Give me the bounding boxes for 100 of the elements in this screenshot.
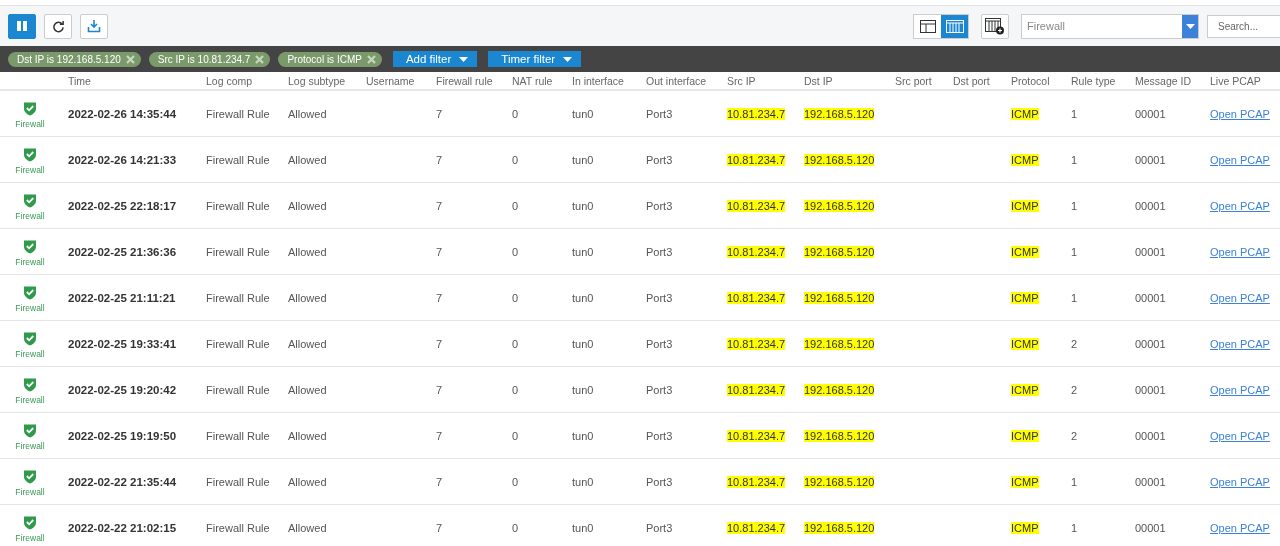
highlighted-cell: 192.168.5.120 (804, 107, 875, 120)
table-cell: Port3 (646, 475, 673, 488)
open-pcap-link[interactable]: Open PCAP (1210, 153, 1270, 166)
column-header[interactable]: Dst IP (804, 74, 833, 87)
table-cell: Firewall Rule (206, 429, 270, 442)
open-pcap-link[interactable]: Open PCAP (1210, 107, 1270, 120)
shield-check-icon (23, 514, 37, 530)
filter-menu-button[interactable]: Timer filter (488, 51, 582, 67)
table-cell: Port3 (646, 199, 673, 212)
highlighted-cell: 10.81.234.7 (727, 475, 786, 488)
table-cell: Firewall Rule (206, 383, 270, 396)
shield-check-icon (23, 100, 37, 116)
table-cell: Allowed (288, 337, 327, 350)
module-label: Firewall (15, 440, 45, 451)
pause-button[interactable] (8, 13, 36, 39)
open-pcap-link[interactable]: Open PCAP (1210, 521, 1270, 534)
table-cell: 1 (1071, 291, 1078, 304)
table-cell: 00001 (1135, 337, 1166, 350)
table-cell: 00001 (1135, 245, 1166, 258)
search-field[interactable]: Search... (1207, 14, 1280, 38)
table-cell: 0 (512, 245, 519, 258)
filter-menu-button[interactable]: Add filter (392, 51, 478, 67)
caret-icon (563, 56, 573, 62)
grid-view-button[interactable] (941, 14, 968, 38)
highlighted-cell: 192.168.5.120 (804, 475, 875, 488)
open-pcap-link[interactable]: Open PCAP (1210, 475, 1270, 488)
table-cell: 1 (1071, 199, 1078, 212)
column-header[interactable]: In interface (572, 74, 624, 87)
column-header[interactable]: Log subtype (288, 74, 346, 87)
column-header[interactable]: Src port (895, 74, 932, 87)
table-cell: tun0 (572, 337, 594, 350)
open-pcap-link[interactable]: Open PCAP (1210, 199, 1270, 212)
table-cell: 00001 (1135, 153, 1166, 166)
open-pcap-link[interactable]: Open PCAP (1210, 337, 1270, 350)
table-cell: tun0 (572, 245, 594, 258)
column-header[interactable]: Username (366, 74, 415, 87)
caret-icon (459, 56, 469, 62)
table-cell: 7 (436, 107, 443, 120)
table-cell: 00001 (1135, 429, 1166, 442)
table-cell: Firewall Rule (206, 337, 270, 350)
table-cell: 00001 (1135, 521, 1166, 534)
table-cell: Port3 (646, 245, 673, 258)
highlighted-cell: ICMP (1011, 475, 1039, 488)
column-header[interactable]: Message ID (1135, 74, 1192, 87)
table-cell: Port3 (646, 153, 673, 166)
refresh-button[interactable] (44, 13, 72, 39)
column-header[interactable]: Live PCAP (1210, 74, 1261, 87)
table-cell: tun0 (572, 153, 594, 166)
export-button[interactable] (80, 13, 108, 39)
column-header[interactable]: Rule type (1071, 74, 1116, 87)
table-cell: 00001 (1135, 383, 1166, 396)
table-cell: 00001 (1135, 475, 1166, 488)
table-cell: 0 (512, 337, 519, 350)
table-cell: Firewall Rule (206, 107, 270, 120)
table-cell: 2 (1071, 429, 1078, 442)
open-pcap-link[interactable]: Open PCAP (1210, 429, 1270, 442)
table-cell: 00001 (1135, 199, 1166, 212)
table-cell: Allowed (288, 245, 327, 258)
module-label: Firewall (15, 302, 45, 313)
table-cell: 0 (512, 521, 519, 534)
open-pcap-link[interactable]: Open PCAP (1210, 383, 1270, 396)
column-header[interactable]: Time (68, 74, 91, 87)
column-header[interactable]: Protocol (1011, 74, 1050, 87)
table-cell: 7 (436, 475, 443, 488)
table-cell: 2022-02-26 14:21:33 (68, 153, 177, 166)
module-label: Firewall (15, 256, 45, 267)
filter-chip[interactable]: Protocol is ICMP (278, 51, 382, 67)
close-icon[interactable] (125, 54, 135, 64)
open-pcap-link[interactable]: Open PCAP (1210, 245, 1270, 258)
column-header[interactable]: Firewall rule (436, 74, 493, 87)
split-view-button[interactable] (914, 14, 941, 38)
module-label: Firewall (15, 164, 45, 175)
column-header[interactable]: Dst port (953, 74, 990, 87)
highlighted-cell: ICMP (1011, 337, 1039, 350)
module-label: Firewall (15, 118, 45, 129)
column-header[interactable]: Out interface (646, 74, 707, 87)
open-pcap-link[interactable]: Open PCAP (1210, 291, 1270, 304)
module-label: Firewall (15, 394, 45, 405)
table-cell: 7 (436, 199, 443, 212)
highlighted-cell: 192.168.5.120 (804, 153, 875, 166)
table-cell: 0 (512, 383, 519, 396)
filter-chip[interactable]: Dst IP is 192.168.5.120 (8, 51, 141, 67)
table-cell: 2022-02-25 21:11:21 (68, 291, 176, 304)
table-cell: 00001 (1135, 291, 1166, 304)
column-header[interactable]: Log comp (206, 74, 253, 87)
table-cell: 2022-02-25 22:18:17 (68, 199, 177, 212)
close-icon[interactable] (255, 54, 265, 64)
table-cell: 0 (512, 475, 519, 488)
add-column-button[interactable] (981, 13, 1009, 39)
filter-chip[interactable]: Src IP is 10.81.234.7 (148, 51, 271, 67)
table-cell: Allowed (288, 107, 327, 120)
column-header[interactable]: Src IP (727, 74, 756, 87)
highlighted-cell: 10.81.234.7 (727, 107, 786, 120)
module-label: Firewall (15, 486, 45, 497)
log-type-dropdown[interactable]: Firewall (1021, 13, 1199, 39)
refresh-icon (51, 19, 65, 33)
close-icon[interactable] (366, 54, 376, 64)
highlighted-cell: 192.168.5.120 (804, 429, 875, 442)
column-header[interactable]: NAT rule (512, 74, 553, 87)
table-cell: 2022-02-22 21:02:15 (68, 521, 177, 534)
